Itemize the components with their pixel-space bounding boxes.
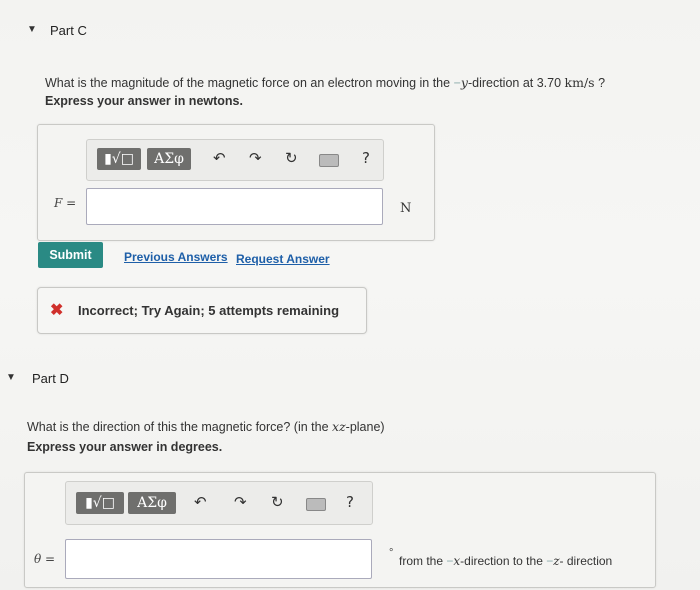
redo-icon[interactable]: ↷ <box>249 149 262 167</box>
question-text-end: -plane) <box>345 420 385 434</box>
force-variable-label: F = <box>54 196 77 210</box>
direction-suffix: from the −x-direction to the −z- directi… <box>399 554 655 568</box>
question-text-end: ? <box>594 76 606 90</box>
plane-variable: xz <box>332 419 346 434</box>
help-icon[interactable]: ? <box>362 149 370 167</box>
math-toolbar: ▮√□ ΑΣφ ↶ ↷ ↻ ? <box>86 139 384 181</box>
question-text-mid: -direction at 3.70 <box>467 76 565 90</box>
undo-icon[interactable]: ↶ <box>213 149 226 167</box>
greek-symbols-button[interactable]: ΑΣφ <box>147 148 191 170</box>
templates-button[interactable]: ▮√□ <box>76 492 124 514</box>
suffix-text: from the <box>399 554 447 568</box>
suffix-text-mid: -direction to the <box>460 554 547 568</box>
feedback-text: Incorrect; Try Again; 5 attempts remaini… <box>78 303 340 318</box>
error-icon: ✖ <box>50 302 64 319</box>
speed-unit: km/s <box>564 75 595 90</box>
part-c-instruction: Express your answer in newtons. <box>45 94 243 108</box>
request-answer-link[interactable]: Request Answer <box>236 252 330 266</box>
part-c-answer-box: ▮√□ ΑΣφ ↶ ↷ ↻ ? F = N <box>37 124 435 241</box>
degree-symbol: ° <box>389 547 394 559</box>
part-d-question: What is the direction of this the magnet… <box>27 419 647 434</box>
part-d-answer-box: ▮√□ ΑΣφ ↶ ↷ ↻ ? θ = ° from the −x-direct… <box>24 472 656 588</box>
minus-sign: − <box>453 76 461 90</box>
question-text: What is the magnitude of the magnetic fo… <box>45 76 454 90</box>
previous-answers-link[interactable]: Previous Answers <box>124 250 228 264</box>
reset-icon[interactable]: ↻ <box>285 149 298 167</box>
math-toolbar: ▮√□ ΑΣφ ↶ ↷ ↻ ? <box>65 481 373 525</box>
suffix-text-end: - direction <box>559 554 613 568</box>
unit-newtons: N <box>400 201 412 216</box>
undo-icon[interactable]: ↶ <box>194 493 207 511</box>
redo-icon[interactable]: ↷ <box>234 493 247 511</box>
angle-variable-label: θ = <box>34 552 56 566</box>
angle-answer-input[interactable] <box>65 539 372 579</box>
part-c-title[interactable]: Part C <box>50 23 87 38</box>
part-d-instruction: Express your answer in degrees. <box>27 440 223 454</box>
greek-symbols-button[interactable]: ΑΣφ <box>128 492 176 514</box>
question-text: What is the direction of this the magnet… <box>27 420 333 434</box>
axis-variable: y <box>460 75 468 90</box>
templates-button[interactable]: ▮√□ <box>97 148 141 170</box>
reset-icon[interactable]: ↻ <box>271 493 284 511</box>
collapse-triangle-icon[interactable]: ▼ <box>27 24 37 35</box>
collapse-triangle-icon[interactable]: ▼ <box>6 372 16 383</box>
part-d-title[interactable]: Part D <box>32 371 69 386</box>
help-icon[interactable]: ? <box>346 493 354 511</box>
keyboard-icon[interactable] <box>306 498 326 511</box>
part-c-question: What is the magnitude of the magnetic fo… <box>45 75 665 90</box>
keyboard-icon[interactable] <box>319 154 339 167</box>
submit-button[interactable]: Submit <box>38 242 103 268</box>
force-answer-input[interactable] <box>86 188 383 225</box>
feedback-panel: ✖ Incorrect; Try Again; 5 attempts remai… <box>37 287 367 334</box>
